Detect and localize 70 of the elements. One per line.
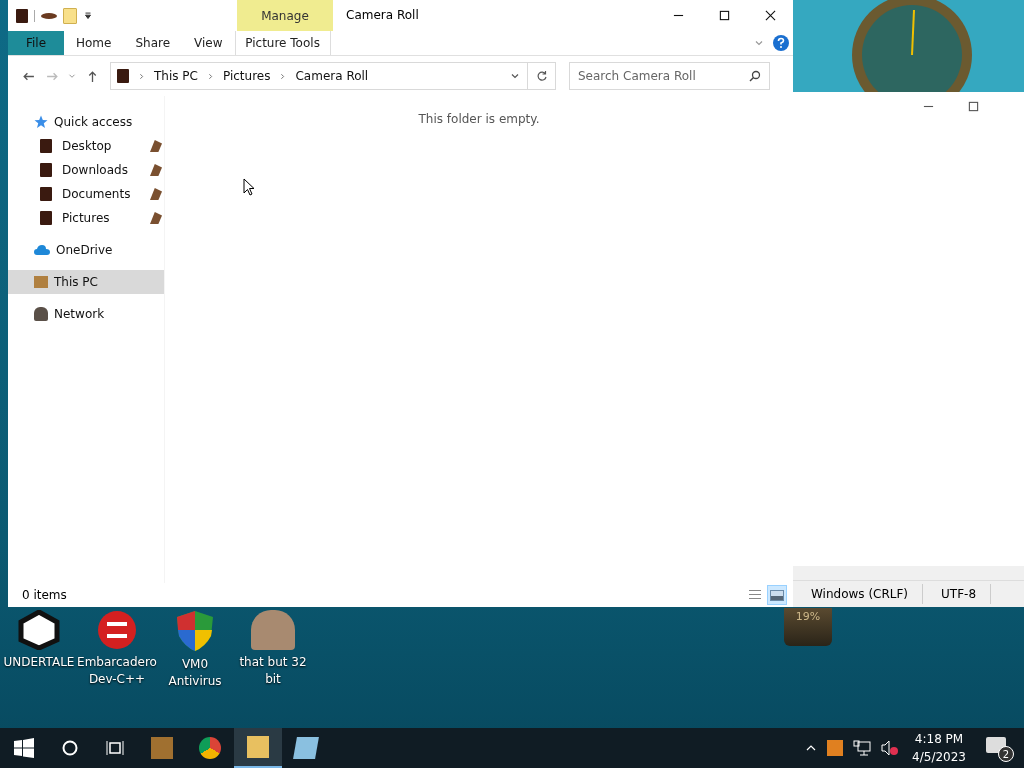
search-field[interactable]: Search Camera Roll bbox=[569, 62, 770, 90]
windows-logo-icon[interactable] bbox=[14, 738, 34, 758]
maximize-icon[interactable] bbox=[718, 9, 730, 21]
desktop-shortcut[interactable]: UNDERTALE bbox=[0, 608, 78, 690]
shortcut-label: that but 32 bit bbox=[238, 654, 308, 688]
star-icon bbox=[34, 115, 48, 129]
ribbon-tab[interactable]: Share bbox=[123, 31, 183, 55]
navigation-item[interactable]: Network bbox=[8, 302, 164, 326]
computer-icon bbox=[34, 276, 48, 288]
desktop-shortcut[interactable]: Embarcadero Dev-C++ bbox=[78, 608, 156, 690]
muted-speaker-icon[interactable] bbox=[881, 740, 900, 756]
breadcrumb[interactable]: Camera Roll bbox=[295, 69, 369, 83]
mouse-cursor-icon bbox=[243, 178, 255, 196]
folder-icon bbox=[40, 211, 52, 225]
address-bar[interactable]: This PC Pictures Camera Roll bbox=[110, 62, 528, 90]
navigation-item[interactable]: Downloads bbox=[8, 158, 164, 182]
navigation-item[interactable]: Pictures bbox=[8, 206, 164, 230]
folder-icon bbox=[40, 139, 52, 153]
task-view-icon[interactable] bbox=[106, 740, 124, 756]
item-count: 0 items bbox=[22, 588, 67, 602]
empty-folder-message: This folder is empty. bbox=[418, 112, 540, 128]
shield-icon bbox=[175, 610, 215, 652]
navigation-item[interactable]: OneDrive bbox=[8, 238, 164, 262]
maximize-icon[interactable] bbox=[968, 100, 979, 112]
browser-icon bbox=[199, 737, 221, 759]
navigation-item[interactable]: Quick access bbox=[8, 110, 164, 134]
navigation-item[interactable]: Documents bbox=[8, 182, 164, 206]
context-tab-header: Manage bbox=[237, 0, 333, 31]
cloud-icon bbox=[34, 245, 50, 255]
folder-icon bbox=[40, 163, 52, 177]
breadcrumb[interactable]: Pictures bbox=[222, 69, 271, 83]
photo-placeholder bbox=[251, 610, 295, 650]
shortcut-label: Embarcadero Dev-C++ bbox=[77, 654, 157, 688]
dropdown-icon[interactable] bbox=[83, 11, 93, 21]
search-icon bbox=[749, 70, 761, 82]
folder-icon bbox=[247, 736, 269, 758]
gauge-reading: 19% bbox=[795, 610, 821, 625]
app-tray-icon[interactable] bbox=[827, 740, 844, 756]
chevron-icon bbox=[278, 71, 288, 81]
network-drive-icon bbox=[34, 307, 48, 321]
large-icons-view-icon[interactable] bbox=[767, 585, 787, 605]
cube-logo-icon bbox=[17, 610, 61, 650]
close-icon[interactable] bbox=[764, 9, 776, 21]
breadcrumb[interactable]: This PC bbox=[154, 69, 198, 83]
refresh-icon[interactable] bbox=[535, 70, 548, 82]
ribbon-tab[interactable]: View bbox=[182, 31, 235, 55]
navigation-item[interactable]: This PC bbox=[8, 270, 164, 294]
file-tab[interactable]: File bbox=[8, 31, 64, 55]
status-bar-cell: UTF-8 bbox=[923, 584, 992, 604]
taskbar-app[interactable] bbox=[234, 728, 282, 768]
clock-date[interactable]: 4/5/2023 bbox=[912, 748, 966, 766]
folder-icon bbox=[117, 69, 129, 83]
folder-icon bbox=[40, 187, 52, 201]
ribbon-tab[interactable]: Home bbox=[64, 31, 124, 55]
navigation-item[interactable]: Desktop bbox=[8, 134, 164, 158]
search-circle-icon[interactable] bbox=[62, 740, 78, 756]
window-title: Camera Roll bbox=[345, 7, 419, 22]
help-icon[interactable] bbox=[773, 35, 789, 51]
notepad-icon bbox=[293, 737, 319, 759]
notification-count: 2 bbox=[998, 746, 1014, 762]
desktop-shortcut[interactable]: VM0 Antivirus bbox=[156, 608, 234, 690]
desktop-shortcut[interactable]: that but 32 bit bbox=[234, 608, 312, 690]
clock-time[interactable]: 4:18 PM bbox=[914, 730, 964, 748]
network-icon[interactable] bbox=[853, 740, 872, 756]
chevron-icon bbox=[137, 71, 146, 81]
dev-cpp-logo-icon bbox=[95, 610, 139, 650]
horizontal-scrollbar[interactable] bbox=[793, 566, 1024, 580]
notification-button[interactable]: 2 bbox=[984, 734, 1014, 762]
shortcut-label: VM0 Antivirus bbox=[167, 656, 223, 690]
shortcut-label: UNDERTALE bbox=[3, 654, 75, 671]
